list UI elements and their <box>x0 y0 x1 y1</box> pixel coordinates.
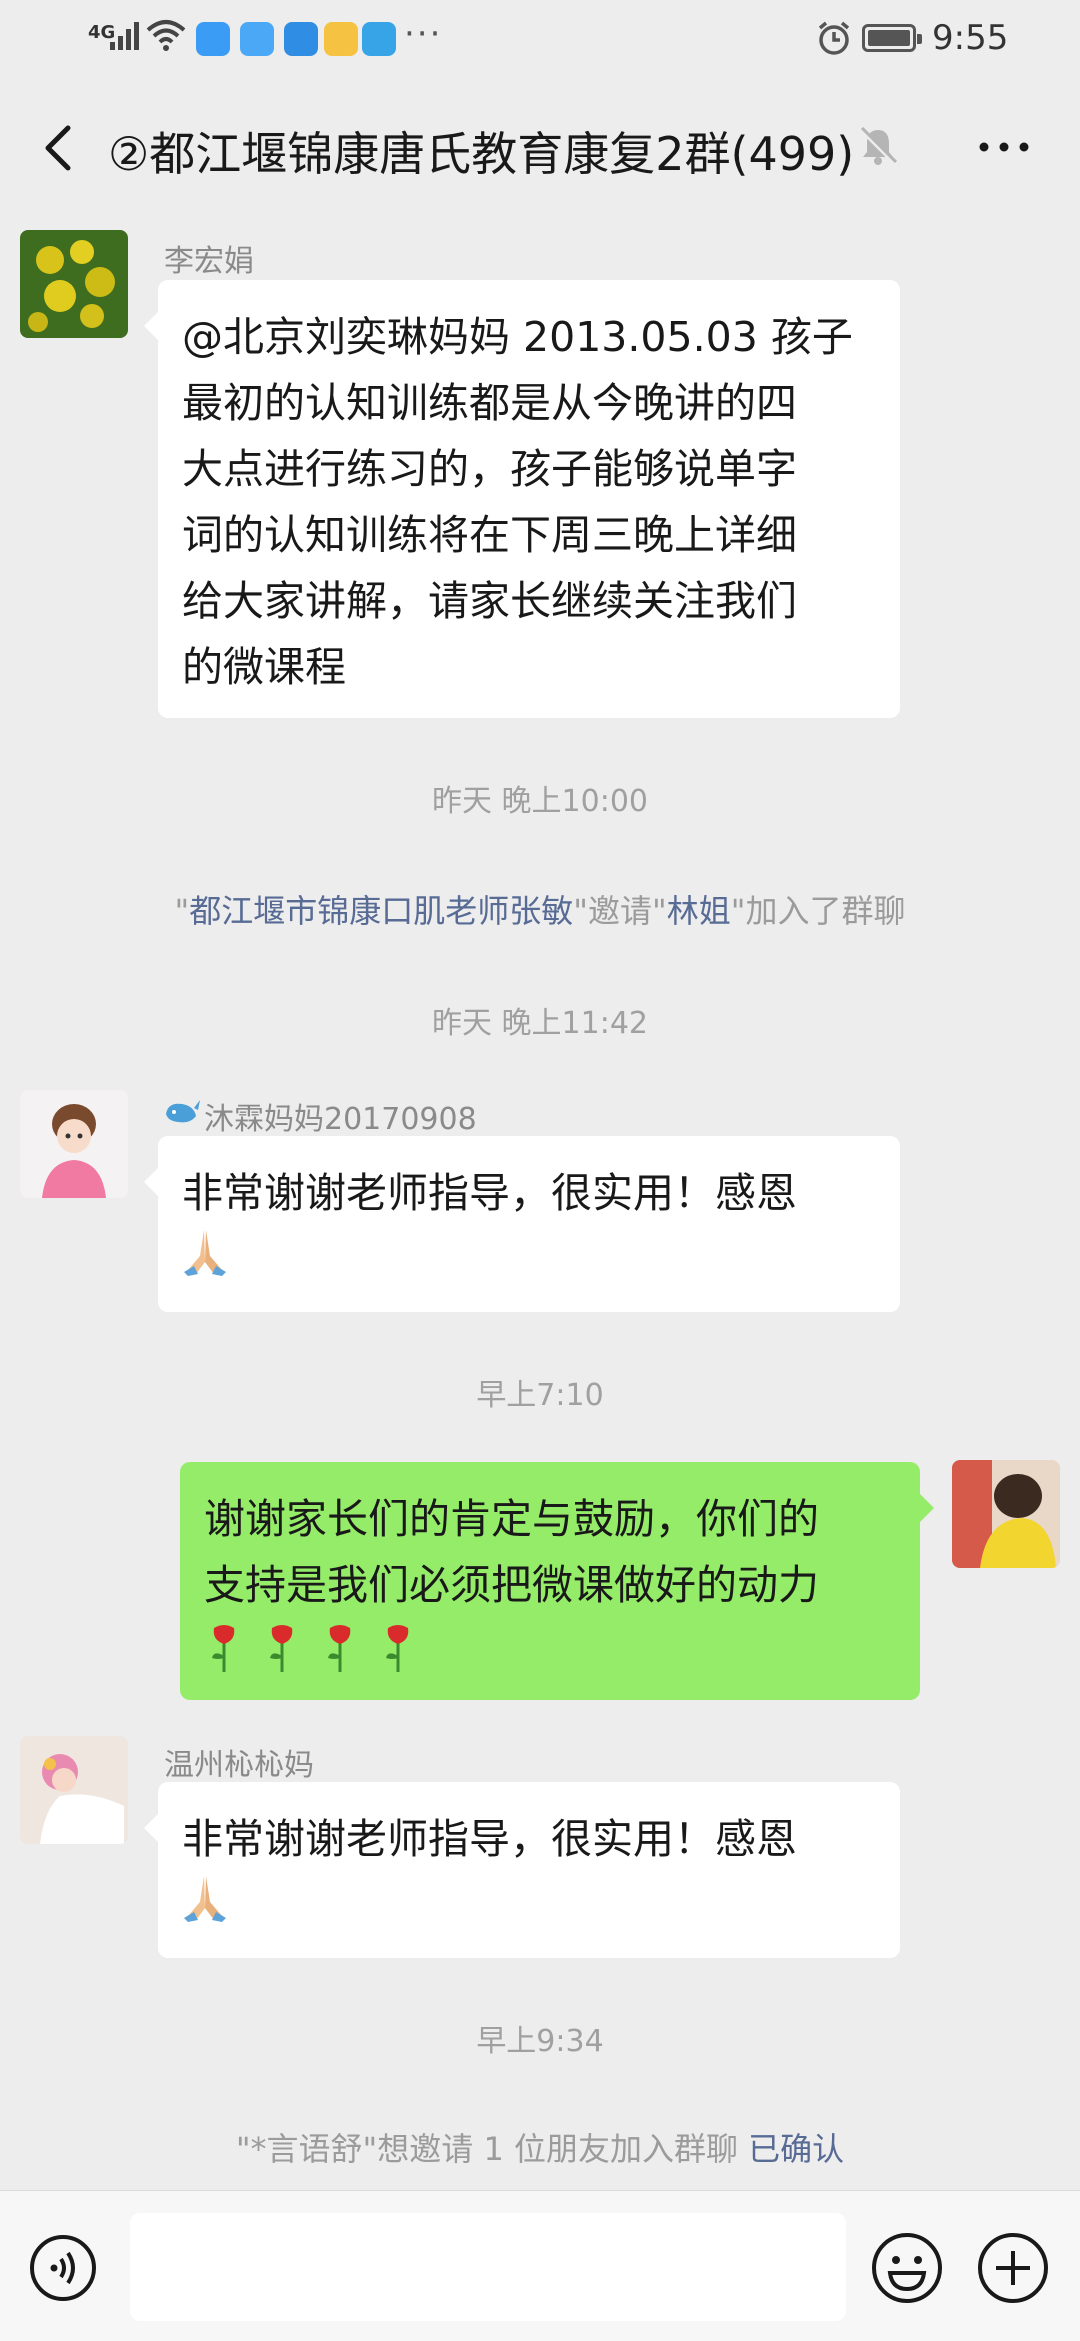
plus-icon[interactable] <box>976 2231 1050 2305</box>
mute-bell-icon <box>859 126 898 165</box>
more-notifications-icon: ··· <box>404 14 443 54</box>
app-notification-icon <box>240 22 274 56</box>
system-message-invite: "都江堰市锦康口肌老师张敏"邀请"林姐"加入了群聊 <box>174 892 906 930</box>
app-notification-icon <box>196 22 230 56</box>
message-bubble[interactable]: 非常谢谢老师指导，很实用！感恩 <box>144 1782 900 1958</box>
battery-icon <box>862 24 922 52</box>
rose-emoji <box>270 1625 293 1672</box>
app-notification-icon <box>284 22 318 56</box>
signal-icon <box>110 22 139 50</box>
chat-title: ②都江堰锦康唐氏教育康复2群(499) <box>108 127 855 181</box>
system-message-invite-request: "*言语舒"想邀请 1 位朋友加入群聊 已确认 <box>235 2130 845 2168</box>
rose-emoji <box>386 1625 409 1672</box>
back-arrow-icon[interactable] <box>30 118 90 178</box>
message-line: 大点进行练习的，孩子能够说单字 <box>182 445 797 493</box>
clock: 9:55 <box>932 18 1009 58</box>
rose-emoji <box>212 1625 235 1672</box>
whale-emoji <box>166 1100 200 1123</box>
message-line: 词的认知训练将在下周三晚上详细 <box>182 511 797 559</box>
rose-emoji <box>328 1625 351 1672</box>
avatar[interactable] <box>20 230 128 338</box>
avatar[interactable] <box>20 1736 128 1844</box>
message-bubble[interactable]: @北京刘奕琳妈妈 2013.05.03 孩子 最初的认知训练都是从今晚讲的四 大… <box>144 280 900 718</box>
alarm-icon <box>818 21 850 55</box>
message-line: @北京刘奕琳妈妈 2013.05.03 孩子 <box>182 313 853 361</box>
message-bubble-own[interactable]: 谢谢家长们的肯定与鼓励，你们的 支持是我们必须把微课做好的动力 <box>180 1462 934 1700</box>
invitee-link[interactable]: 林姐 <box>667 892 731 930</box>
voice-icon[interactable] <box>28 2233 98 2303</box>
pray-emoji <box>184 1230 226 1276</box>
more-dots-icon[interactable] <box>972 122 1036 172</box>
emoji-icon[interactable] <box>870 2231 944 2305</box>
message-line: 给大家讲解，请家长继续关注我们 <box>182 577 797 625</box>
timestamp: 早上9:34 <box>476 2024 604 2059</box>
sender-name: 李宏娟 <box>164 244 254 279</box>
sender-name: 温州杺杺妈 <box>164 1748 314 1783</box>
inviter-link[interactable]: 都江堰市锦康口肌老师张敏 <box>189 892 573 930</box>
timestamp: 昨天 晚上11:42 <box>432 1006 648 1041</box>
app-notification-icon <box>324 22 358 56</box>
input-bar <box>0 2190 1080 2341</box>
sender-name: 沐霖妈妈20170908 <box>204 1102 477 1137</box>
message-bubble[interactable]: 非常谢谢老师指导，很实用！感恩 <box>144 1136 900 1312</box>
message-line: 非常谢谢老师指导，很实用！感恩 <box>182 1815 797 1863</box>
timestamp: 昨天 晚上10:00 <box>432 784 648 819</box>
timestamp: 早上7:10 <box>476 1378 604 1413</box>
pray-emoji <box>184 1876 226 1922</box>
chat-header: ②都江堰锦康唐氏教育康复2群(499) <box>0 82 1080 214</box>
avatar[interactable] <box>952 1460 1060 1568</box>
app-notification-icon <box>362 22 396 56</box>
wifi-icon <box>146 20 186 51</box>
status-bar: 4G ··· 9:55 <box>0 0 1080 82</box>
message-line: 的微课程 <box>182 643 346 691</box>
message-line: 支持是我们必须把微课做好的动力 <box>204 1561 819 1609</box>
message-line: 最初的认知训练都是从今晚讲的四 <box>182 379 797 427</box>
avatar[interactable] <box>20 1090 128 1198</box>
message-line: 谢谢家长们的肯定与鼓励，你们的 <box>204 1495 819 1543</box>
message-input[interactable] <box>130 2213 846 2321</box>
emoji-row <box>204 1622 896 1674</box>
message-line: 非常谢谢老师指导，很实用！感恩 <box>182 1169 797 1217</box>
confirmed-link[interactable]: 已确认 <box>748 2130 844 2168</box>
